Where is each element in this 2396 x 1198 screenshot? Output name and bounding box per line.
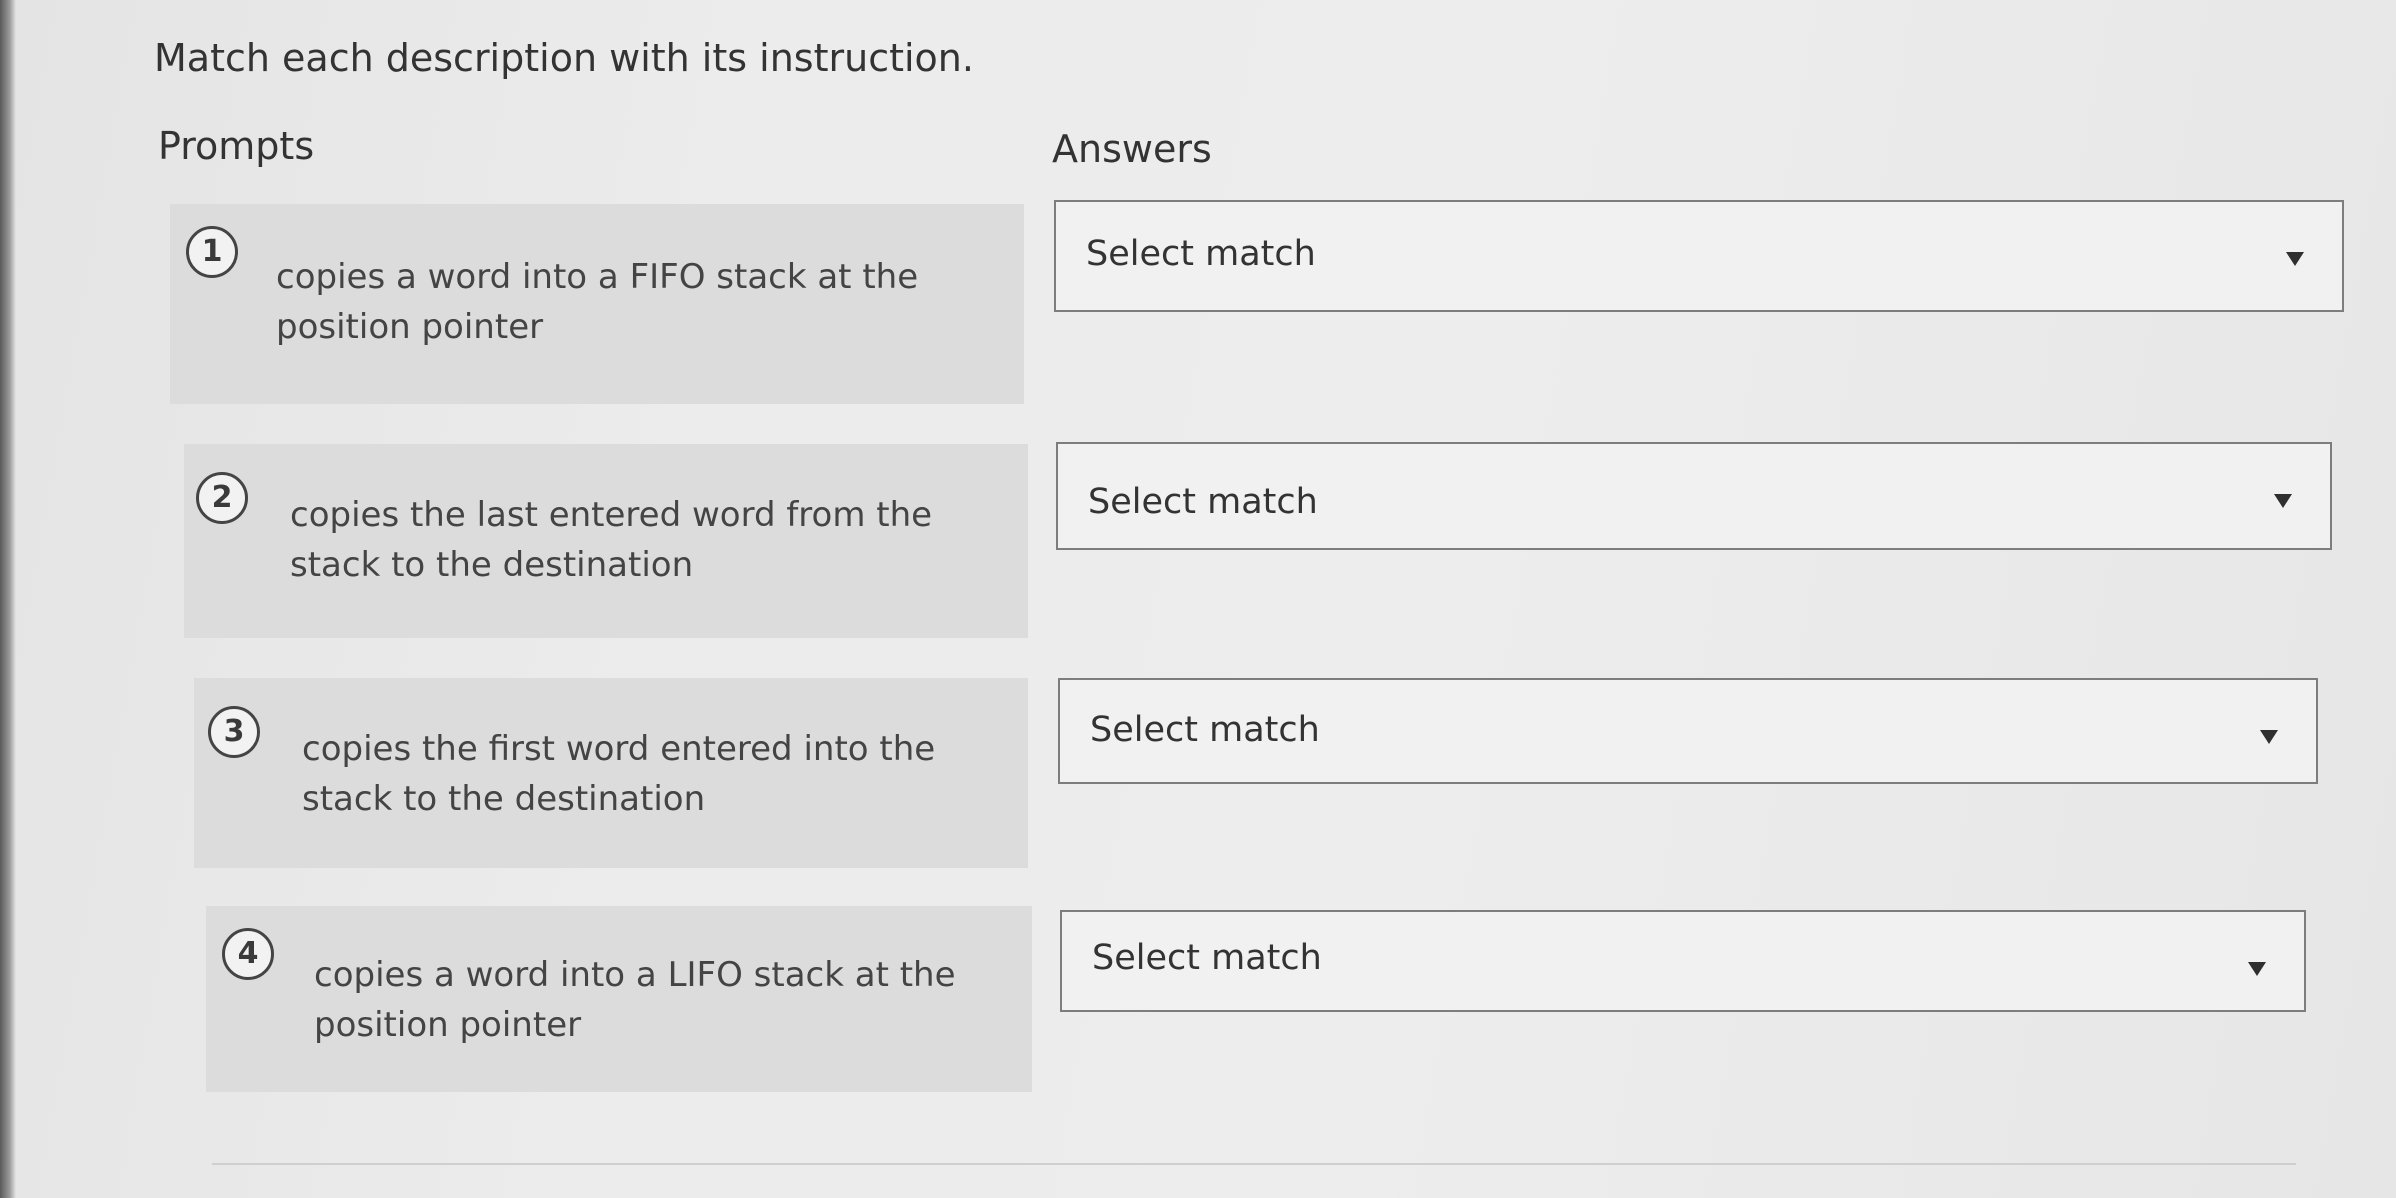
caret-down-icon	[2274, 494, 2292, 508]
prompt-text: copies the first word entered into the s…	[302, 729, 936, 819]
select-value: Select match	[1090, 710, 1320, 750]
prompt-number-badge: 3	[208, 706, 260, 758]
caret-down-icon	[2260, 730, 2278, 744]
prompt-number-badge: 2	[196, 472, 248, 524]
answer-select-2[interactable]: Select match	[1056, 442, 2332, 550]
prompt-card-3: 3 copies the first word entered into the…	[194, 678, 1028, 868]
prompt-card-1: 1 copies a word into a FIFO stack at the…	[170, 204, 1024, 404]
question-instruction: Match each description with its instruct…	[154, 36, 974, 80]
select-value: Select match	[1092, 938, 1322, 978]
prompt-number-badge: 4	[222, 928, 274, 980]
prompt-card-2: 2 copies the last entered word from the …	[184, 444, 1028, 638]
prompt-text: copies a word into a LIFO stack at the p…	[314, 955, 956, 1045]
divider	[212, 1163, 2296, 1165]
caret-down-icon	[2286, 252, 2304, 266]
select-value: Select match	[1088, 482, 1318, 522]
answer-select-4[interactable]: Select match	[1060, 910, 2306, 1012]
prompt-card-4: 4 copies a word into a LIFO stack at the…	[206, 906, 1032, 1092]
answers-heading: Answers	[1052, 127, 1212, 171]
answer-select-3[interactable]: Select match	[1058, 678, 2318, 784]
prompt-number-badge: 1	[186, 226, 238, 278]
answer-select-1[interactable]: Select match	[1054, 200, 2344, 312]
select-value: Select match	[1086, 234, 1316, 274]
screen-edge-shadow	[0, 0, 16, 1198]
prompts-heading: Prompts	[158, 124, 315, 168]
prompt-text: copies the last entered word from the st…	[290, 495, 933, 585]
caret-down-icon	[2248, 962, 2266, 976]
prompt-text: copies a word into a FIFO stack at the p…	[276, 257, 919, 347]
